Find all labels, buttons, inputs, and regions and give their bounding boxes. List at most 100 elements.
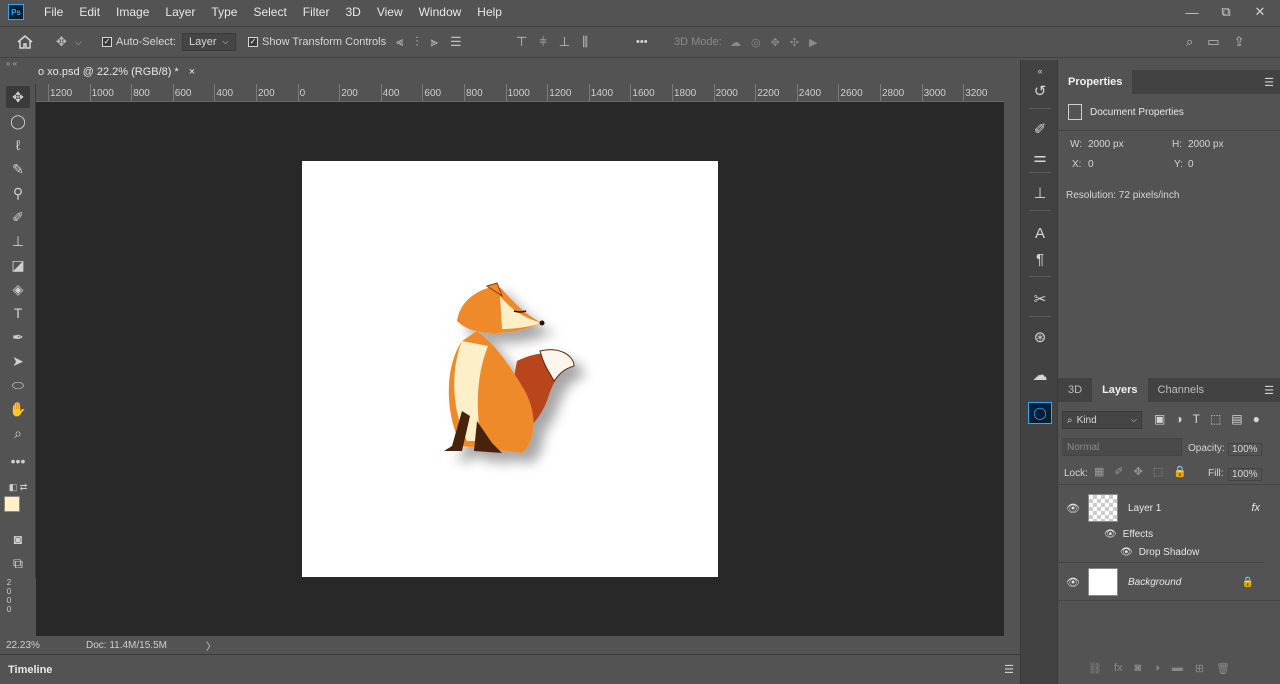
quick-mask-icon[interactable]: ◙ — [6, 528, 30, 550]
hand-tool-icon[interactable]: ✋ — [6, 398, 30, 420]
tab-layers[interactable]: Layers — [1092, 378, 1148, 402]
layers-menu-icon[interactable]: ☰ — [1264, 384, 1274, 397]
align-left-icon[interactable]: ⫷ — [396, 34, 403, 50]
blend-mode-dropdown[interactable]: Normal — [1062, 438, 1182, 456]
layer-row-background[interactable]: 👁 Background 🔒 — [1058, 566, 1264, 598]
delete-layer-icon[interactable]: 🗑 — [1216, 662, 1230, 675]
smart-object-filter-icon[interactable]: ▤ — [1231, 412, 1242, 426]
menu-3d[interactable]: 3D — [337, 0, 368, 24]
brush-settings-icon[interactable]: ✐ — [1028, 118, 1052, 140]
height-value[interactable]: 2000 px — [1188, 139, 1224, 150]
align-top-icon[interactable]: ⊤ — [516, 34, 527, 50]
shape-filter-icon[interactable]: ⬚ — [1210, 412, 1221, 426]
marquee-tool-icon[interactable]: ◯ — [6, 110, 30, 132]
drop-shadow-eye-icon[interactable]: 👁 — [1120, 547, 1133, 558]
ellipse-tool-icon[interactable]: ⬭ — [6, 374, 30, 396]
lock-position-icon[interactable]: ✥ — [1134, 465, 1143, 478]
link-layers-icon[interactable]: ⛓ — [1088, 662, 1102, 675]
align-middle-icon[interactable]: ⫩ — [539, 34, 546, 50]
menu-type[interactable]: Type — [203, 0, 245, 24]
type-filter-icon[interactable]: T — [1193, 412, 1200, 426]
effects-row[interactable]: 👁 Effects — [1058, 526, 1264, 542]
menu-window[interactable]: Window — [411, 0, 470, 24]
new-layer-icon[interactable]: ⊞ — [1195, 662, 1204, 675]
tab-3d[interactable]: 3D — [1058, 378, 1092, 402]
libraries-icon[interactable]: ◯ — [1028, 402, 1052, 424]
workspace-icon[interactable]: ▭ — [1207, 34, 1219, 50]
lock-image-icon[interactable]: ✐ — [1114, 465, 1123, 478]
search-icon[interactable]: ⌕ — [1186, 34, 1193, 50]
timeline-menu-icon[interactable]: ☰ — [1004, 663, 1014, 676]
menu-select[interactable]: Select — [245, 0, 294, 24]
effects-eye-icon[interactable]: 👁 — [1104, 529, 1117, 540]
properties-menu-icon[interactable]: ☰ — [1264, 76, 1274, 89]
distribute-vertical-icon[interactable]: ⫼ — [582, 34, 588, 50]
move-tool-preset-icon[interactable]: ✥ ⌵ — [56, 27, 82, 57]
drag-3d-icon[interactable]: ✥ — [771, 36, 780, 49]
adjustments-icon[interactable]: ⚌ — [1028, 146, 1052, 168]
move-tool-icon[interactable]: ✥ — [6, 86, 30, 108]
eyedropper-tool-icon[interactable]: ⚲ — [6, 182, 30, 204]
lasso-tool-icon[interactable]: ℓ — [6, 134, 30, 156]
width-value[interactable]: 2000 px — [1088, 139, 1124, 150]
visibility-eye-icon[interactable]: 👁 — [1058, 576, 1088, 589]
layer-filter-dropdown[interactable]: ⌕ Kind ⌵ — [1062, 411, 1142, 429]
visibility-eye-icon[interactable]: 👁 — [1058, 502, 1088, 515]
zoom-level[interactable]: 22.23% — [6, 640, 40, 651]
swap-colors-icon[interactable]: ◧ ⇄ — [6, 476, 30, 498]
collapse-panels-icon[interactable]: « — [1028, 60, 1052, 82]
lock-artboard-icon[interactable]: ⬚ — [1153, 465, 1163, 478]
creative-cloud-icon[interactable]: ☁ — [1028, 364, 1052, 386]
minimize-button[interactable]: — — [1184, 5, 1200, 20]
y-value[interactable]: 0 — [1188, 159, 1194, 170]
orbit-3d-icon[interactable]: ☁ — [730, 36, 741, 49]
zoom-tool-icon[interactable]: ⌕ — [6, 422, 30, 444]
navigator-icon[interactable]: ⊛ — [1028, 326, 1052, 348]
eraser-tool-icon[interactable]: ◪ — [6, 254, 30, 276]
add-mask-icon[interactable]: ◙ — [1135, 662, 1142, 675]
fx-icon[interactable]: fx — [1251, 502, 1260, 514]
tab-properties[interactable]: Properties — [1058, 70, 1133, 94]
show-transform-checkbox[interactable]: ✓ Show Transform Controls — [248, 27, 386, 57]
close-window-button[interactable]: ✕ — [1252, 4, 1268, 20]
history-icon[interactable]: ↺ — [1028, 80, 1052, 102]
paint-bucket-tool-icon[interactable]: ◈ — [6, 278, 30, 300]
adjustment-filter-icon[interactable]: ◑ — [1175, 412, 1182, 426]
quick-select-tool-icon[interactable]: ✎ — [6, 158, 30, 180]
fill-value[interactable]: 100% — [1228, 468, 1262, 481]
new-group-icon[interactable]: ▬ — [1172, 662, 1183, 675]
stamp-tool-icon[interactable]: ⊥ — [6, 230, 30, 252]
menu-edit[interactable]: Edit — [71, 0, 108, 24]
opacity-value[interactable]: 100% — [1228, 443, 1262, 456]
lock-transparent-icon[interactable]: ▦ — [1094, 465, 1104, 478]
auto-select-checkbox[interactable]: ✓ Auto-Select: — [102, 27, 176, 57]
align-center-icon[interactable]: ⫶ — [415, 34, 418, 50]
lock-all-icon[interactable]: 🔒 — [1173, 465, 1187, 478]
screen-mode-icon[interactable]: ⧉ — [6, 552, 30, 574]
roll-3d-icon[interactable]: ◎ — [751, 36, 761, 49]
tab-channels[interactable]: Channels — [1148, 378, 1214, 402]
align-bottom-icon[interactable]: ⊥ — [559, 34, 570, 50]
path-select-tool-icon[interactable]: ➤ — [6, 350, 30, 372]
type-tool-icon[interactable]: T — [6, 302, 30, 324]
foreground-color-swatch[interactable] — [4, 496, 20, 512]
pen-tool-icon[interactable]: ✒ — [6, 326, 30, 348]
more-tools-icon[interactable]: ••• — [6, 450, 30, 472]
auto-select-dropdown[interactable]: Layer ⌵ — [182, 33, 236, 51]
share-icon[interactable]: ⇪ — [1234, 34, 1245, 50]
distribute-icon[interactable]: ☰ — [450, 34, 462, 50]
home-icon[interactable] — [16, 27, 34, 57]
menu-file[interactable]: File — [36, 0, 71, 24]
drop-shadow-row[interactable]: 👁 Drop Shadow — [1058, 544, 1264, 560]
align-right-icon[interactable]: ⫸ — [431, 34, 438, 50]
clone-source-icon[interactable]: ⊥ — [1028, 182, 1052, 204]
timeline-panel[interactable]: Timeline ☰ — [0, 654, 1020, 684]
add-style-icon[interactable]: fx — [1114, 662, 1123, 675]
more-options-button[interactable]: ••• — [636, 27, 648, 57]
menu-filter[interactable]: Filter — [295, 0, 338, 24]
menu-help[interactable]: Help — [469, 0, 510, 24]
filter-toggle-icon[interactable]: ● — [1253, 412, 1260, 426]
document-tab[interactable]: o xo.psd @ 22.2% (RGB/8) * × — [36, 61, 204, 83]
layer-row-layer1[interactable]: 👁 Layer 1 fx — [1058, 492, 1264, 524]
x-value[interactable]: 0 — [1088, 159, 1094, 170]
